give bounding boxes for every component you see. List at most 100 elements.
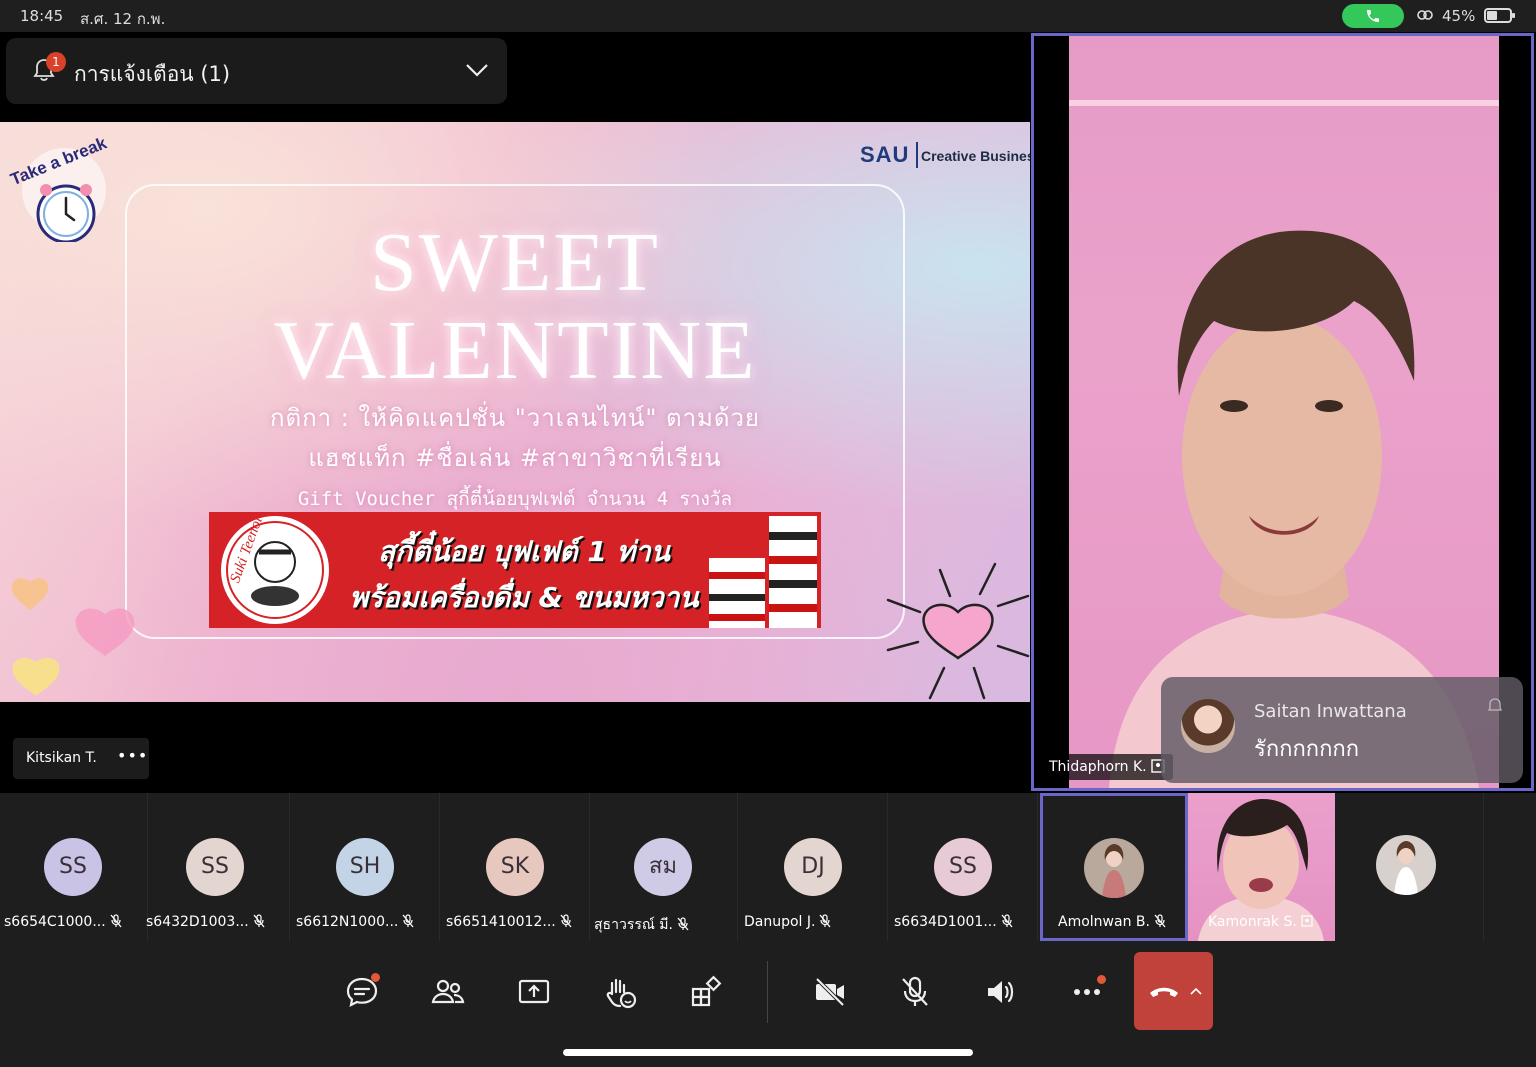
participant-video-image xyxy=(1109,230,1479,788)
more-options-icon[interactable]: ••• xyxy=(117,746,148,765)
participant-name: s6654C1000... xyxy=(4,914,144,930)
bell-off-icon[interactable] xyxy=(1487,697,1503,715)
participant-avatar: SK xyxy=(486,838,544,896)
speaker-icon xyxy=(988,981,1014,1003)
presenter-label[interactable]: Kitsikan T. ••• xyxy=(13,738,149,779)
mic-off-icon xyxy=(677,917,689,931)
slide-title-line2: VALENTINE xyxy=(273,304,757,397)
mic-off-icon xyxy=(902,976,928,1006)
shared-slide: Take a break SAU Creative BusinessClass … xyxy=(0,122,1030,702)
participant-name: Amolnwan B. xyxy=(1058,914,1198,930)
brand-logo: SAU Creative BusinessClass xyxy=(860,140,1030,172)
screen-mirror-icon xyxy=(1417,10,1433,20)
participant-name-text: s6651410012... xyxy=(446,914,556,930)
participant-name-text: s6634D1001... xyxy=(894,914,997,930)
participant-avatar: SS xyxy=(186,838,244,896)
participant-tile[interactable]: SS s6654C1000... xyxy=(0,793,148,941)
participant-name: s6634D1001... xyxy=(894,914,1034,930)
banner-line2: พร้อมเครื่องดื่ม & ขนมหวาน xyxy=(349,581,699,614)
participant-name: s6612N1000... xyxy=(296,914,436,930)
participant-tile[interactable]: SS s6634D1001... xyxy=(890,793,1038,941)
mic-off-icon xyxy=(402,914,414,928)
phone-icon xyxy=(1367,10,1379,22)
participant-name: s6432D1003... xyxy=(146,914,286,930)
participant-video-tile[interactable]: Kamonrak S. xyxy=(1188,793,1335,941)
participant-tile[interactable]: SK s6651410012... xyxy=(442,793,590,941)
participant-name-text: สุธาวรรณ์ มี. xyxy=(594,917,673,933)
participant-tile[interactable]: DJ Danupol J. xyxy=(740,793,888,941)
raise-hand-button[interactable] xyxy=(592,971,648,1013)
notification-badge: 1 xyxy=(46,52,66,72)
apps-button[interactable] xyxy=(678,971,734,1013)
participant-tile[interactable]: Amolnwan B. xyxy=(1040,793,1188,941)
voucher-banner: Suki Teenoi สุกี้ตี๋น้อย บุฟเฟต์ 1 ท่าน … xyxy=(209,512,821,628)
participant-name: Danupol J. xyxy=(744,914,884,930)
participant-photo-avatar xyxy=(1084,838,1144,898)
slide-rule-line1: กติกา : ให้คิดแคปชั่น "วาเลนไทน์" ตามด้ว… xyxy=(269,404,760,432)
mic-off-icon xyxy=(819,914,831,928)
chat-message: รักกกกกกก xyxy=(1254,737,1360,762)
participant-avatar: SH xyxy=(336,838,394,896)
home-indicator[interactable] xyxy=(563,1049,973,1056)
participant-avatar: DJ xyxy=(784,838,842,896)
mic-off-icon xyxy=(110,914,122,928)
camera-toggle-button[interactable] xyxy=(802,971,858,1013)
notification-panel[interactable]: 1 การแจ้งเตือน (1) xyxy=(6,38,507,104)
participant-tile[interactable]: สมสุธาวรรณ์ มี. xyxy=(590,793,738,941)
mic-off-icon xyxy=(1001,914,1013,928)
participant-strip: SS s6654C1000... SS s6432D1003... SH s6612N10… xyxy=(0,793,1536,943)
battery-icon xyxy=(1484,8,1515,23)
tray-stack-image xyxy=(709,516,817,628)
participant-tile[interactable]: SS s6432D1003... xyxy=(142,793,290,941)
mic-off-icon xyxy=(560,914,572,928)
participant-name-text: s6654C1000... xyxy=(4,914,106,930)
apps-icon xyxy=(691,975,722,1007)
sender-avatar xyxy=(1181,699,1235,753)
mic-off-icon xyxy=(253,914,265,928)
more-button[interactable] xyxy=(1059,971,1115,1013)
chat-notification[interactable]: Saitan Inwattana รักกกกกกก xyxy=(1161,677,1523,783)
video-feed xyxy=(1069,36,1499,788)
hang-up-button[interactable] xyxy=(1134,952,1213,1030)
participant-name: s6651410012... xyxy=(446,914,586,930)
chevron-down-icon[interactable] xyxy=(464,60,490,80)
chevron-up-icon[interactable] xyxy=(1190,987,1202,995)
presenter-badge-icon xyxy=(1301,915,1313,927)
controls-divider xyxy=(767,961,768,1023)
raise-hand-icon xyxy=(606,978,637,1009)
participant-name-text: Amolnwan B. xyxy=(1058,914,1150,930)
hang-up-icon xyxy=(1150,987,1178,997)
slide-title-line1: SWEET xyxy=(370,216,660,309)
participant-name: สุธาวรรณ์ มี. xyxy=(594,914,734,936)
participant-name-text: Kamonrak S. xyxy=(1208,914,1297,930)
heart-sun-doodle xyxy=(886,562,1030,700)
main-video-name-text: Thidaphorn K. xyxy=(1049,759,1147,775)
participant-tile[interactable] xyxy=(1336,793,1484,941)
banner-line1: สุกี้ตี๋น้อย บุฟเฟต์ 1 ท่าน xyxy=(378,535,670,568)
camera-off-icon xyxy=(815,977,845,1007)
participant-name-text: s6612N1000... xyxy=(296,914,399,930)
participant-avatar: SS xyxy=(934,838,992,896)
slide-rule-line2: แฮชแท็ก #ชื่อเล่น #สาขาวิชาที่เรียน xyxy=(308,444,722,472)
chat-button[interactable] xyxy=(334,971,390,1013)
participants-button[interactable] xyxy=(420,971,476,1013)
chat-sender-name: Saitan Inwattana xyxy=(1254,701,1407,722)
speaker-button[interactable] xyxy=(973,971,1029,1013)
participant-name: Kamonrak S. xyxy=(1208,914,1335,930)
slide-gift-line: Gift Voucher สุกี้ตี๋น้อยบุฟเฟต์ จำนวน 4… xyxy=(297,488,733,510)
hearts-decoration xyxy=(11,578,135,696)
people-icon xyxy=(431,979,465,1004)
participant-tile[interactable]: SH s6612N1000... xyxy=(292,793,440,941)
mic-toggle-button[interactable] xyxy=(887,971,943,1013)
battery-percent: 45% xyxy=(1442,7,1476,25)
participant-name-text: Danupol J. xyxy=(744,914,816,930)
share-screen-icon xyxy=(518,979,550,1004)
notification-label: การแจ้งเตือน (1) xyxy=(74,62,231,86)
status-date: ส.ศ. 12 ก.พ. xyxy=(80,10,166,28)
participant-avatar: SS xyxy=(44,838,102,896)
participant-avatar: สม xyxy=(634,838,692,896)
share-screen-button[interactable] xyxy=(506,971,562,1013)
brand-text: Creative BusinessClass xyxy=(921,148,1030,164)
status-bar: 18:45 ส.ศ. 12 ก.พ. 45% xyxy=(0,0,1536,32)
active-call-pill[interactable] xyxy=(1342,4,1404,28)
